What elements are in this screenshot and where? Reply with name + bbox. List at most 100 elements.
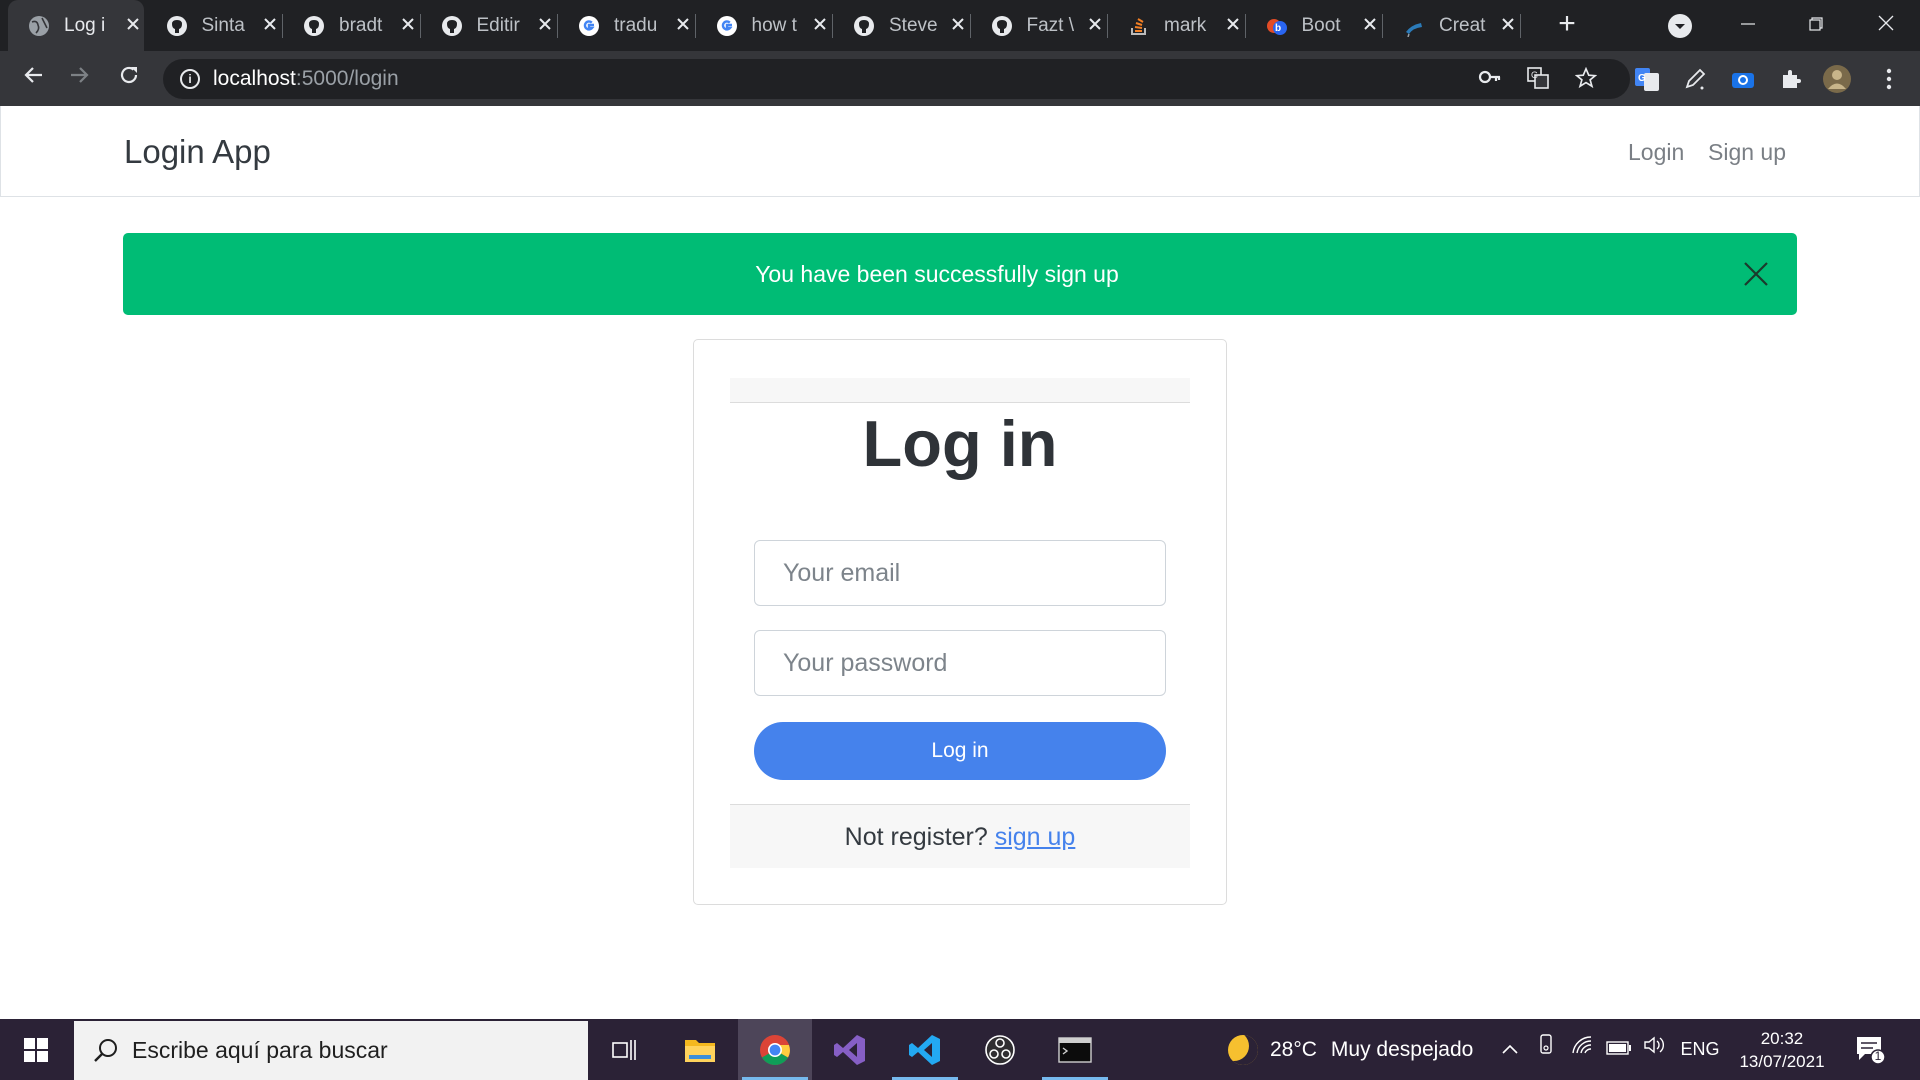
svg-text:b: b bbox=[1275, 23, 1281, 34]
restore-button[interactable] bbox=[1796, 8, 1836, 42]
close-icon bbox=[1878, 15, 1894, 31]
login-title: Log in bbox=[862, 407, 1058, 480]
back-button[interactable] bbox=[16, 62, 50, 96]
nav-signup-link[interactable]: Sign up bbox=[1708, 139, 1786, 166]
tab-close-icon[interactable] bbox=[947, 14, 968, 37]
tab-close-icon[interactable] bbox=[535, 14, 556, 37]
forward-button[interactable] bbox=[63, 62, 97, 96]
signup-link[interactable]: sign up bbox=[995, 823, 1076, 851]
browser-tab[interactable]: bradt bbox=[283, 0, 419, 51]
browser-tab[interactable]: mark bbox=[1108, 0, 1244, 51]
tab-close-icon[interactable] bbox=[1497, 14, 1518, 37]
notification-count: 1 bbox=[1874, 1049, 1882, 1063]
pen-extension-icon[interactable] bbox=[1680, 64, 1710, 94]
close-window-button[interactable] bbox=[1866, 8, 1906, 42]
taskbar-obs[interactable] bbox=[963, 1019, 1037, 1080]
tab-title: how t bbox=[751, 14, 797, 36]
system-clock[interactable]: 20:32 13/07/2021 bbox=[1736, 1027, 1828, 1073]
browser-tab[interactable]: tradu bbox=[558, 0, 694, 51]
alert-close-button[interactable] bbox=[1741, 259, 1771, 289]
taskbar-terminal[interactable] bbox=[1038, 1019, 1112, 1080]
task-view-button[interactable] bbox=[588, 1019, 662, 1080]
password-input[interactable] bbox=[754, 630, 1166, 696]
tab-separator bbox=[1244, 14, 1246, 38]
browser-tab[interactable]: Editir bbox=[421, 0, 557, 51]
taskbar-file-explorer[interactable] bbox=[663, 1019, 737, 1080]
browser-tab[interactable]: how t bbox=[696, 0, 832, 51]
google-icon bbox=[716, 15, 738, 37]
bootstrap-icon: b bbox=[1266, 15, 1288, 37]
start-button[interactable] bbox=[0, 1019, 72, 1080]
tray-battery-icon[interactable] bbox=[1604, 1019, 1634, 1080]
visual-studio-icon bbox=[834, 1034, 865, 1065]
browser-tab[interactable]: Steve bbox=[833, 0, 969, 51]
tab-separator bbox=[694, 14, 696, 38]
stackoverflow-icon bbox=[1128, 15, 1150, 37]
address-bar[interactable]: i localhost:5000/login G bbox=[163, 59, 1630, 99]
taskbar-vscode[interactable] bbox=[888, 1019, 962, 1080]
chevron-up-icon bbox=[1502, 1044, 1518, 1054]
url-text[interactable]: localhost:5000/login bbox=[213, 59, 399, 99]
tray-volume-icon[interactable] bbox=[1640, 1019, 1670, 1080]
browser-tab[interactable]: Log i bbox=[8, 0, 144, 51]
tab-close-icon[interactable] bbox=[1085, 14, 1106, 37]
tray-device-icon[interactable] bbox=[1532, 1019, 1560, 1080]
app-brand[interactable]: Login App bbox=[124, 133, 271, 171]
reload-button[interactable] bbox=[112, 62, 146, 96]
google-translate-extension-icon[interactable]: G bbox=[1632, 64, 1662, 94]
google-icon bbox=[578, 15, 600, 37]
browser-tab[interactable]: Creat bbox=[1383, 0, 1519, 51]
success-alert: You have been successfully sign up bbox=[123, 233, 1797, 315]
tab-search-button[interactable] bbox=[1668, 14, 1692, 38]
browser-tab[interactable]: Fazt \ bbox=[971, 0, 1107, 51]
minimize-button[interactable] bbox=[1728, 8, 1768, 42]
input-language[interactable]: ENG bbox=[1680, 1019, 1720, 1080]
tab-title: Creat bbox=[1439, 14, 1486, 36]
taskbar-chrome[interactable] bbox=[738, 1019, 812, 1080]
tab-title: Log i bbox=[64, 14, 106, 36]
taskbar-search-box[interactable]: Escribe aquí para buscar bbox=[74, 1021, 588, 1080]
new-tab-button[interactable]: + bbox=[1550, 8, 1584, 42]
profile-avatar[interactable] bbox=[1822, 64, 1852, 94]
globe-icon bbox=[28, 15, 50, 37]
translate-icon[interactable]: G bbox=[1525, 67, 1551, 91]
weather-widget[interactable]: 28°C Muy despejado bbox=[1228, 1019, 1473, 1080]
tray-wifi-icon[interactable] bbox=[1568, 1019, 1598, 1080]
arrow-left-icon bbox=[24, 67, 42, 83]
email-input[interactable] bbox=[754, 540, 1166, 606]
login-submit-button[interactable]: Log in bbox=[754, 722, 1166, 780]
tab-close-icon[interactable] bbox=[1360, 14, 1381, 37]
screenshot-extension-icon[interactable] bbox=[1728, 64, 1758, 94]
svg-text:G: G bbox=[1531, 70, 1538, 80]
notification-center-button[interactable]: 1 bbox=[1855, 1034, 1886, 1065]
bookmark-star-icon[interactable] bbox=[1573, 66, 1599, 91]
chevron-down-icon bbox=[1675, 24, 1685, 29]
browser-tab[interactable]: b Boot bbox=[1246, 0, 1382, 51]
github-icon bbox=[441, 15, 463, 37]
browser-toolbar: i localhost:5000/login G G bbox=[0, 51, 1920, 106]
close-icon bbox=[1744, 262, 1768, 286]
tray-overflow-button[interactable] bbox=[1496, 1019, 1524, 1080]
tab-close-icon[interactable] bbox=[397, 14, 418, 37]
extensions-puzzle-icon[interactable] bbox=[1776, 64, 1806, 94]
tab-separator bbox=[419, 14, 421, 38]
info-icon[interactable]: i bbox=[180, 69, 200, 89]
tab-close-icon[interactable] bbox=[260, 14, 281, 37]
browser-tab[interactable]: Sinta bbox=[146, 0, 282, 51]
tab-close-icon[interactable] bbox=[122, 14, 143, 37]
taskbar-visual-studio[interactable] bbox=[813, 1019, 887, 1080]
card-footer: Not register? sign up bbox=[730, 804, 1190, 868]
tab-title: mark bbox=[1164, 14, 1207, 36]
tab-close-icon[interactable] bbox=[672, 14, 693, 37]
tab-title: Boot bbox=[1301, 14, 1341, 36]
tab-separator bbox=[282, 14, 283, 38]
tab-close-icon[interactable] bbox=[810, 14, 831, 37]
wifi-icon bbox=[1572, 1036, 1592, 1054]
key-icon[interactable] bbox=[1477, 67, 1503, 91]
obs-icon bbox=[985, 1034, 1015, 1065]
browser-menu-icon[interactable] bbox=[1874, 64, 1904, 94]
windows-taskbar: Escribe aquí para buscar 28°C Muy despej… bbox=[0, 1019, 1920, 1080]
github-icon bbox=[166, 15, 188, 37]
nav-login-link[interactable]: Login bbox=[1628, 139, 1684, 166]
tab-close-icon[interactable] bbox=[1222, 14, 1243, 37]
